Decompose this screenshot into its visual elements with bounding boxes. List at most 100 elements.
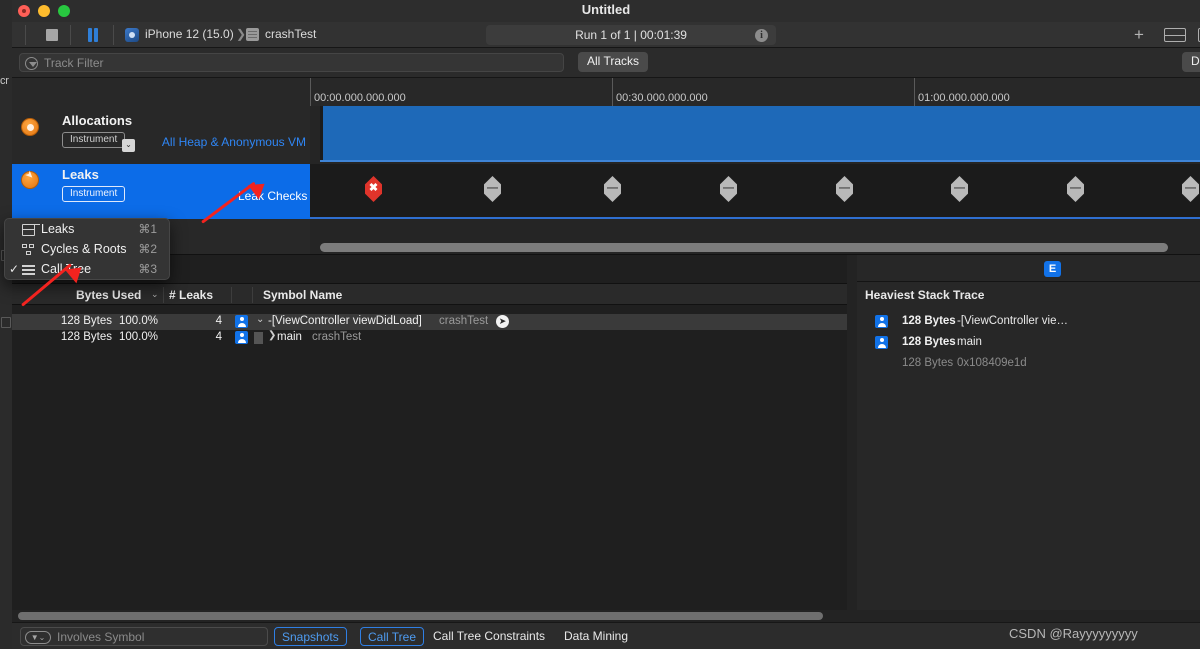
cycles-icon (22, 244, 35, 256)
instrument-chip-allocations[interactable]: Instrument (62, 132, 126, 148)
leak-marker[interactable]: — (484, 176, 501, 202)
table-row[interactable]: 128 Bytes 100.0% 4 ❯ main crashTest (12, 330, 847, 346)
annotation-arrow-leak-checks (196, 176, 276, 231)
toolbar: iPhone 12 (15.0) ❯ crashTest Run 1 of 1 … (12, 22, 1200, 48)
leak-marker[interactable]: — (720, 176, 737, 202)
target-label[interactable]: crashTest (265, 27, 316, 41)
track-name-leaks: Leaks (62, 167, 99, 182)
stack-frame-row[interactable]: 128 Bytes 0x108409e1d (857, 356, 1200, 373)
background-window-label: cr (0, 75, 9, 87)
stack-frame-row[interactable]: 128 Bytes main (857, 335, 1200, 352)
column-divider[interactable] (252, 287, 253, 303)
track-detail-allocations[interactable]: All Heap & Anonymous VM (162, 135, 306, 149)
column-divider[interactable] (231, 287, 232, 303)
track-area: 00:00.000.000.000 00:30.000.000.000 01:0… (12, 78, 1200, 254)
indent-marker (254, 332, 263, 344)
detail-scrollbar-thumb[interactable] (18, 612, 823, 620)
call-tree-pane: Bytes Used ⌄ # Leaks Symbol Name 128 Byt… (12, 255, 847, 610)
cell-percent: 100.0% (119, 315, 159, 327)
track-row-leaks[interactable]: Leaks Instrument Leak Checks ✖ — — — — —… (12, 164, 1200, 219)
track-name-allocations: Allocations (62, 113, 133, 128)
menu-item-label: Leaks (41, 222, 75, 236)
sort-chevron-icon[interactable]: ⌄ (151, 289, 159, 300)
stop-button[interactable] (46, 29, 58, 41)
leak-marker[interactable]: — (604, 176, 621, 202)
filter-icon (25, 57, 38, 70)
column-num-leaks[interactable]: # Leaks (169, 288, 213, 302)
involves-symbol-placeholder: Involves Symbol (57, 630, 145, 644)
menu-item-cycles-and-roots[interactable]: Cycles & Roots ⌘2 (5, 240, 171, 260)
leak-marker[interactable]: — (951, 176, 968, 202)
cell-module: crashTest (312, 331, 362, 343)
track-scrollbar-thumb[interactable] (320, 243, 1168, 252)
target-icon (246, 28, 259, 41)
leak-checks-lane[interactable]: ✖ — — — — — — — (310, 164, 1200, 219)
leak-marker-error[interactable]: ✖ (365, 176, 382, 202)
track-filter-input[interactable]: Track Filter (19, 53, 564, 72)
window-title: Untitled (581, 2, 631, 17)
watermark: CSDN @Rayyyyyyyyy (1009, 626, 1138, 641)
leak-marker[interactable]: — (836, 176, 853, 202)
cell-leaks: 4 (215, 331, 222, 343)
stack-frame-row[interactable]: 128 Bytes -[ViewController vie… (857, 314, 1200, 331)
ruler-label: 00:00.000.000.000 (314, 92, 406, 104)
instrument-chip-leaks[interactable]: Instrument (62, 186, 126, 202)
toolbar-divider-1 (25, 25, 26, 45)
ruler-tick (914, 78, 915, 106)
leak-marker[interactable]: — (1067, 176, 1084, 202)
add-instrument-button[interactable]: + (1131, 26, 1147, 43)
person-icon (875, 336, 888, 349)
extended-detail-tab[interactable]: E (1044, 261, 1061, 277)
involves-symbol-input[interactable]: ▼⌄ Involves Symbol (20, 627, 268, 646)
layout-split-icon[interactable] (1164, 28, 1186, 42)
detail-area: Bytes Used ⌄ # Leaks Symbol Name 128 Byt… (12, 255, 1200, 610)
filter-dropdown-icon[interactable]: ▼⌄ (25, 631, 51, 644)
table-row[interactable]: 128 Bytes 100.0% 4 ⌄ -[ViewController vi… (12, 314, 847, 330)
stack-frame-bytes: 128 Bytes (902, 357, 954, 369)
cell-leaks: 4 (215, 315, 222, 327)
ruler-label: 01:00.000.000.000 (918, 92, 1010, 104)
table-header: Bytes Used ⌄ # Leaks Symbol Name (12, 283, 847, 305)
toolbar-divider-3 (113, 25, 114, 45)
track-scrollbar-track[interactable] (310, 241, 1200, 254)
call-tree-constraints-button[interactable]: Call Tree Constraints (426, 627, 552, 646)
menu-item-leaks[interactable]: Leaks ⌘1 (5, 220, 171, 240)
focus-button[interactable]: ➤ (496, 315, 509, 328)
disclosure-triangle-icon[interactable]: ❯ (268, 330, 276, 341)
snapshots-button[interactable]: Snapshots (274, 627, 347, 646)
cell-bytes: 128 Bytes (60, 331, 112, 343)
allocations-graph[interactable] (320, 106, 1200, 162)
detail-scrollbar-track[interactable] (12, 610, 835, 622)
stack-frame-bytes: 128 Bytes (902, 336, 956, 348)
menu-item-shortcut: ⌘3 (138, 262, 157, 276)
person-icon (235, 331, 248, 344)
call-tree-button[interactable]: Call Tree (360, 627, 425, 646)
title-bar: Untitled (12, 0, 1200, 22)
duplicate-button[interactable]: Duplica (1182, 52, 1200, 72)
all-tracks-button[interactable]: All Tracks (578, 52, 649, 72)
cell-module: crashTest (439, 315, 489, 327)
stack-frame-symbol: 0x108409e1d (957, 357, 1027, 369)
pane-splitter[interactable] (847, 255, 857, 610)
instruments-window: cr Untitled iPhone 12 (15.0) ❯ crashTest… (0, 0, 1200, 649)
stack-frame-bytes: 128 Bytes (902, 315, 956, 327)
menu-item-label: Cycles & Roots (41, 242, 127, 256)
track-filter-placeholder: Track Filter (44, 56, 104, 70)
device-label[interactable]: iPhone 12 (15.0) (145, 27, 234, 41)
pause-button[interactable] (86, 28, 100, 42)
info-icon[interactable]: i (755, 29, 768, 42)
heaviest-stack-trace-title: Heaviest Stack Trace (865, 288, 985, 302)
column-symbol-name[interactable]: Symbol Name (263, 288, 342, 302)
column-divider[interactable] (163, 287, 164, 303)
time-ruler[interactable]: 00:00.000.000.000 00:30.000.000.000 01:0… (310, 78, 1200, 106)
chevron-down-icon[interactable]: ⌄ (122, 139, 135, 152)
run-status-label: Run 1 of 1 | 00:01:39 (575, 28, 687, 42)
leak-marker[interactable]: — (1182, 176, 1199, 202)
disclosure-triangle-icon[interactable]: ⌄ (256, 314, 264, 325)
person-icon (875, 315, 888, 328)
run-status-pill[interactable]: Run 1 of 1 | 00:01:39 i (486, 25, 776, 45)
ruler-tick (310, 78, 311, 106)
data-mining-button[interactable]: Data Mining (557, 627, 635, 646)
background-window-icon-2 (1, 317, 11, 328)
device-icon (125, 28, 139, 42)
